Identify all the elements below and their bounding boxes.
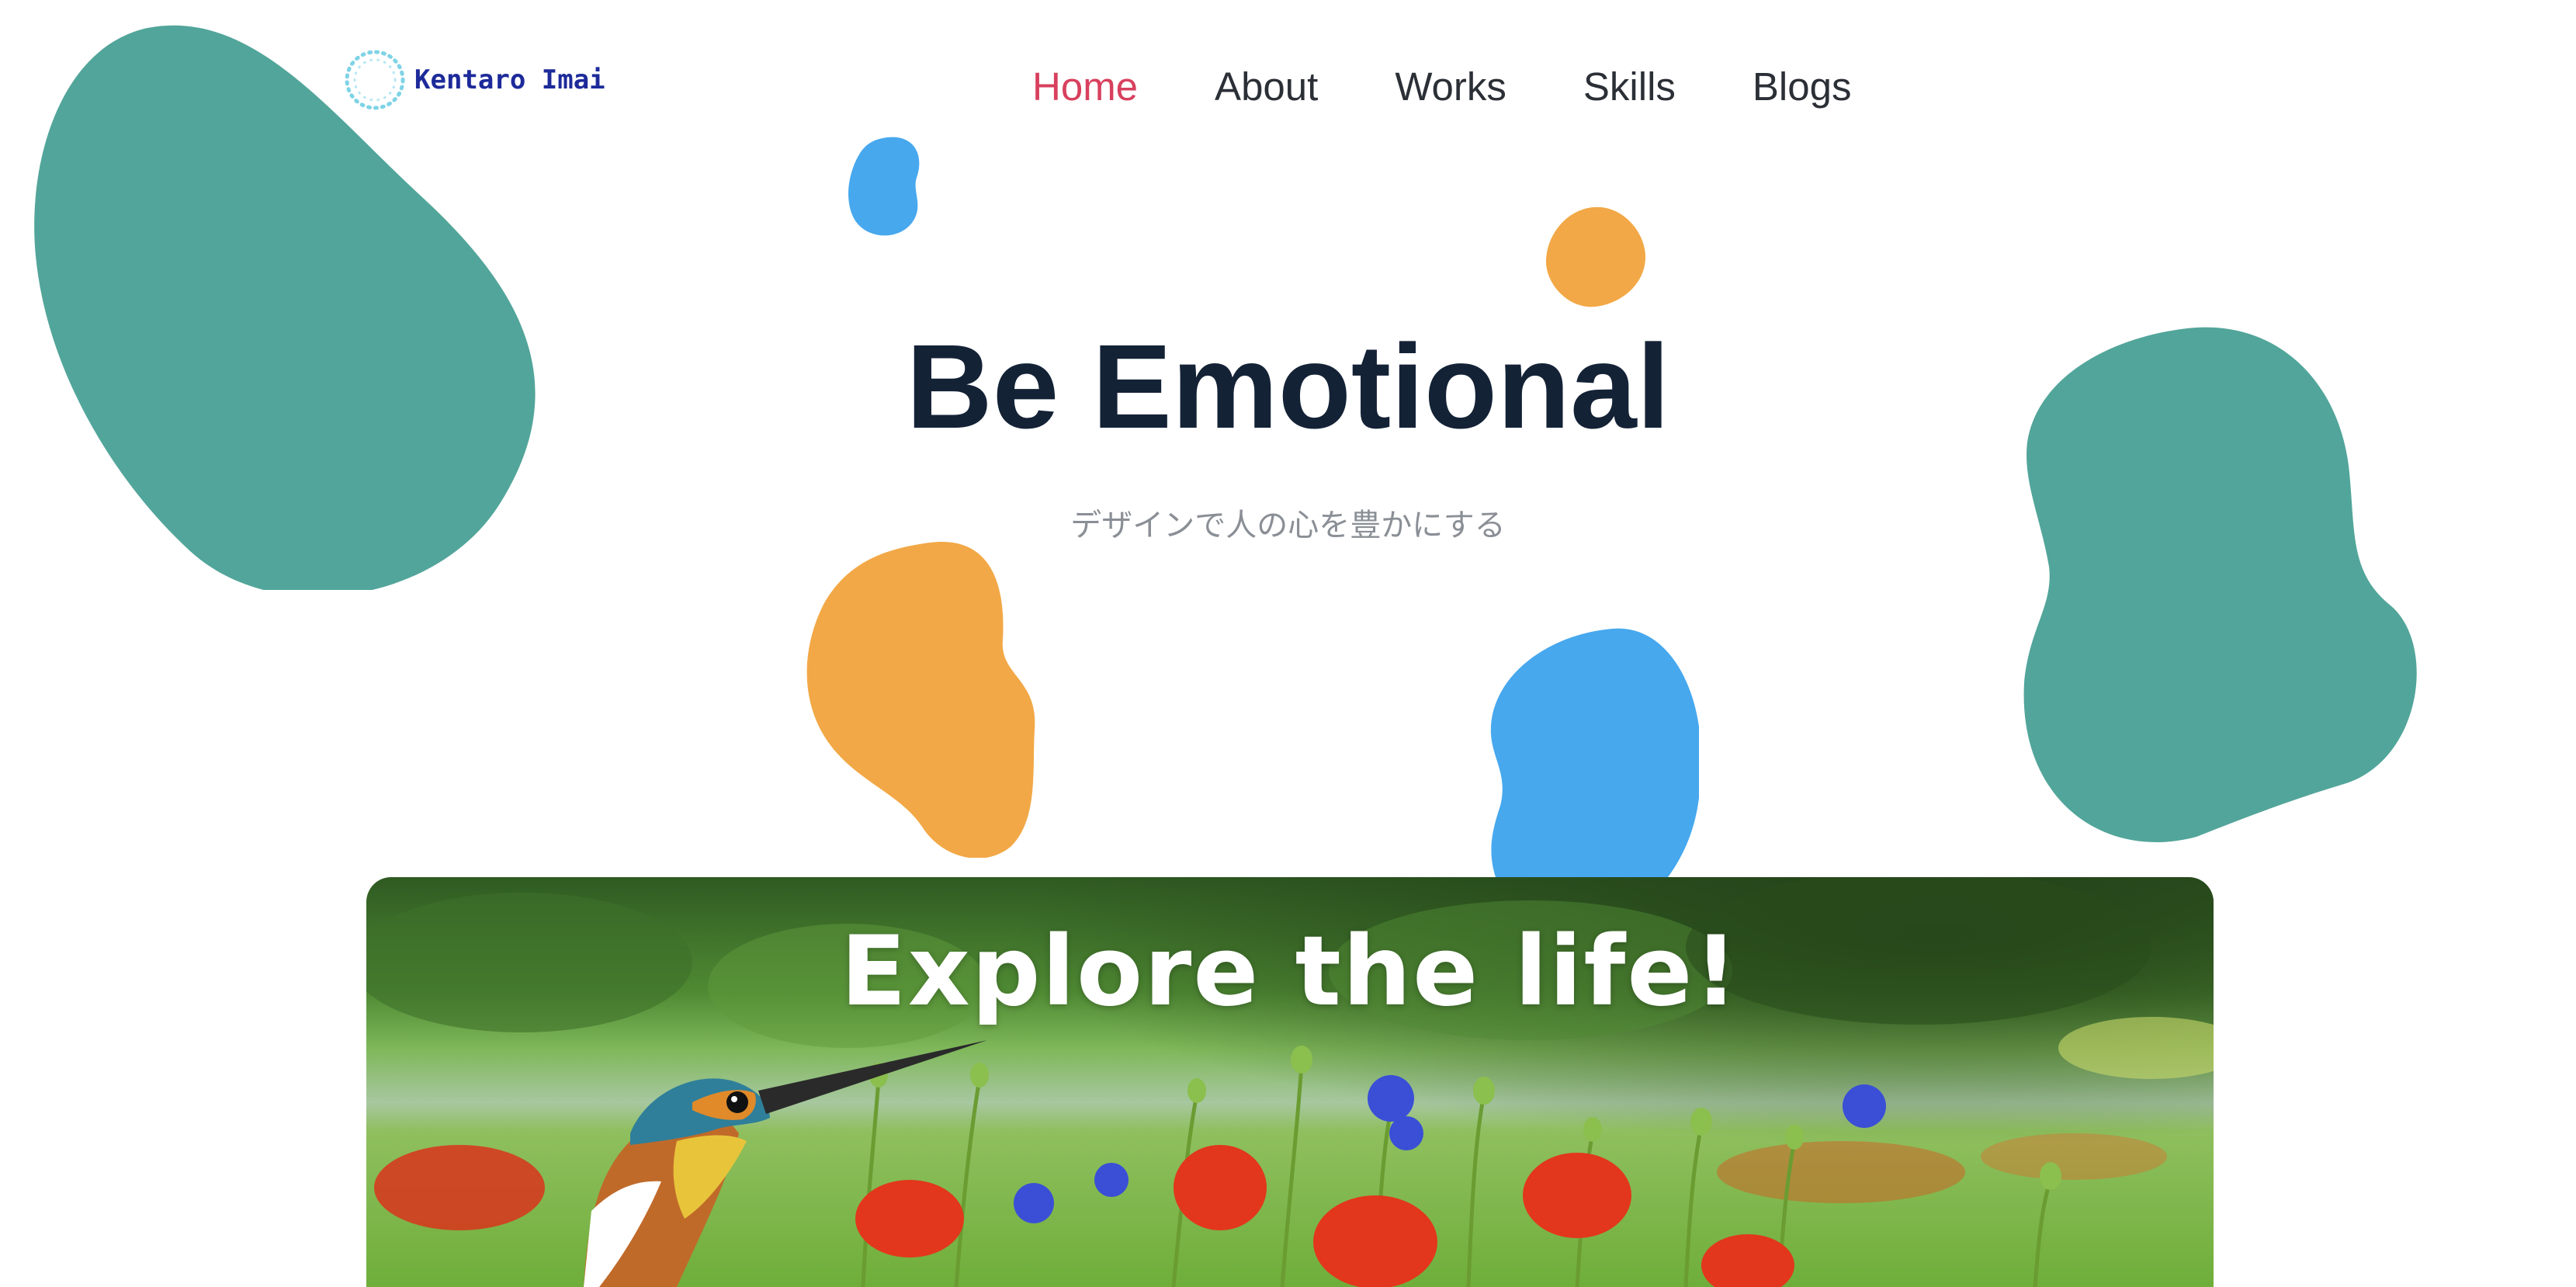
blue-blob-large	[1490, 628, 1699, 877]
orange-blob-large	[806, 541, 1035, 858]
hero-banner: Explore the life!	[366, 877, 2214, 1287]
hero-subtitle: デザインで人の心を豊かにする	[1070, 508, 1506, 543]
page: Kentaro Imai Home About Works Skills Blo…	[0, 0, 2576, 1287]
blue-blob-small	[848, 137, 920, 236]
main-nav: Home About Works Skills Blogs	[1032, 64, 1851, 109]
logo-text: Kentaro Imai	[414, 64, 605, 95]
banner-title: Explore the life!	[841, 916, 1739, 1028]
hero-title: Be Emotional	[906, 320, 1670, 453]
nav-item-skills[interactable]: Skills	[1583, 64, 1676, 109]
orange-blob-small	[1546, 206, 1645, 307]
logo[interactable]: Kentaro Imai	[342, 47, 605, 113]
nav-item-home[interactable]: Home	[1032, 64, 1138, 109]
nav-item-works[interactable]: Works	[1395, 64, 1506, 109]
dotted-circle-icon	[345, 50, 405, 110]
nav-item-about[interactable]: About	[1215, 64, 1318, 109]
nav-item-blogs[interactable]: Blogs	[1753, 64, 1852, 109]
